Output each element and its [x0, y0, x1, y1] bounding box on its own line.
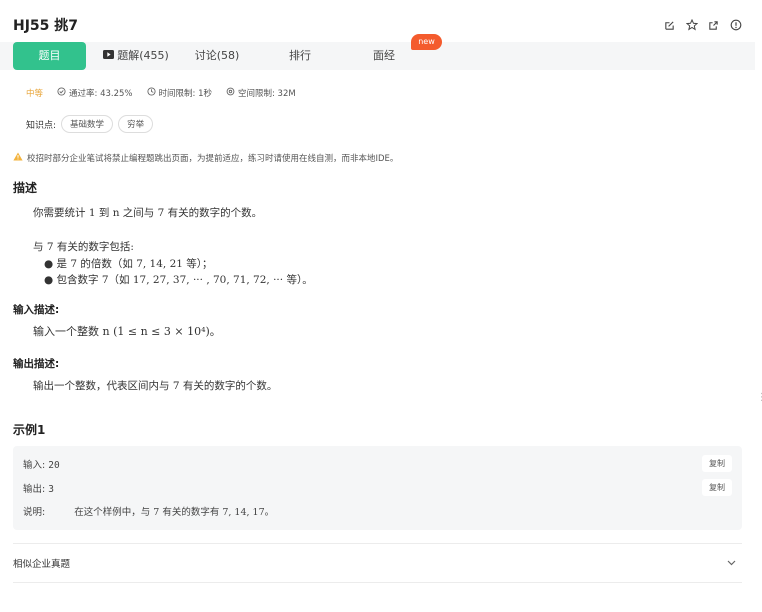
- example-input-value: 20: [48, 460, 60, 471]
- difficulty-label: 中等: [26, 89, 44, 99]
- example-explain-label: 说明:: [23, 507, 46, 518]
- edit-icon[interactable]: [663, 19, 676, 32]
- input-desc-heading: 输入描述:: [13, 304, 60, 316]
- pass-rate: 通过率: 43.25%: [57, 87, 133, 99]
- share-icon[interactable]: [707, 19, 720, 32]
- example-heading: 示例1: [13, 423, 46, 437]
- tab-solutions-label: 题解(455): [117, 49, 169, 62]
- knowledge-points: 知识点: 基础数学 穷举: [26, 115, 154, 133]
- example-box: 输入: 20 复制 输出: 3 复制 说明: 在这个样例中，与 7 有关的数字有…: [13, 446, 742, 530]
- info-icon[interactable]: [729, 19, 742, 32]
- tab-ranking[interactable]: 排行: [276, 42, 324, 70]
- divider-top: [13, 543, 742, 544]
- tag-enumeration[interactable]: 穷举: [118, 115, 154, 133]
- tag-basic-math[interactable]: 基础数学: [61, 115, 114, 133]
- example-output-row: 输出: 3: [23, 481, 54, 495]
- star-icon[interactable]: [685, 19, 698, 32]
- example-input-row: 输入: 20: [23, 457, 60, 471]
- warning-text: 校招时部分企业笔试将禁止编程题跳出页面，为提前适应，练习时请使用在线自测，而非本…: [27, 154, 399, 164]
- example-explain-row: 说明: 在这个样例中，与 7 有关的数字有 7, 14, 17。: [23, 504, 274, 518]
- problem-meta: 中等 通过率: 43.25% 时间限制: 1秒 空间限制: 32M: [26, 87, 296, 99]
- knowledge-label: 知识点:: [26, 120, 57, 131]
- problem-header: HJ55 挑7: [13, 14, 742, 36]
- resize-handle-icon[interactable]: ⋮: [757, 393, 762, 403]
- description-line-1: 你需要统计 1 到 n 之间与 7 有关的数字的个数。: [33, 207, 263, 219]
- bullet-2-text: 包含数字 7（如 17, 27, 37, ··· , 70, 71, 72, ·…: [56, 274, 313, 286]
- warning-icon: [13, 152, 23, 164]
- clock-icon: [146, 87, 156, 99]
- tab-interview[interactable]: 面经: [360, 42, 408, 70]
- example-explain-text: 在这个样例中，与 7 有关的数字有 7, 14, 17。: [74, 507, 275, 518]
- exam-warning: 校招时部分企业笔试将禁止编程题跳出页面，为提前适应，练习时请使用在线自测，而非本…: [13, 152, 398, 164]
- example-output-label: 输出:: [23, 484, 46, 495]
- output-desc-heading: 输出描述:: [13, 358, 60, 370]
- time-limit-text: 时间限制: 1秒: [158, 89, 212, 99]
- description-heading: 描述: [13, 181, 38, 195]
- description-bullet-2: ● 包含数字 7（如 17, 27, 37, ··· , 70, 71, 72,…: [44, 274, 313, 286]
- tab-bar: 题目 题解(455) 讨论(58) 排行 面经: [0, 42, 755, 70]
- memory-icon: [226, 87, 235, 99]
- check-circle-icon: [57, 87, 66, 99]
- similar-questions-label: 相似企业真题: [13, 559, 71, 570]
- chevron-down-icon: [727, 558, 736, 569]
- new-badge: new: [411, 34, 442, 50]
- time-limit: 时间限制: 1秒: [146, 87, 212, 99]
- similar-questions-toggle[interactable]: 相似企业真题: [13, 555, 742, 571]
- description-bullet-1: ● 是 7 的倍数（如 7, 14, 21 等）；: [44, 258, 213, 270]
- space-limit: 空间限制: 32M: [226, 87, 296, 99]
- bullet-1-text: 是 7 的倍数（如 7, 14, 21 等）；: [56, 258, 213, 270]
- tab-problem[interactable]: 题目: [13, 42, 86, 70]
- description-line-2: 与 7 有关的数字包括:: [33, 241, 134, 253]
- tab-solutions[interactable]: 题解(455): [96, 42, 176, 70]
- copy-input-button[interactable]: 复制: [702, 455, 732, 472]
- space-limit-text: 空间限制: 32M: [237, 89, 296, 99]
- page-title: HJ55 挑7: [13, 18, 79, 34]
- copy-output-button[interactable]: 复制: [702, 479, 732, 496]
- divider-bottom: [13, 582, 742, 583]
- tab-discussion[interactable]: 讨论(58): [185, 42, 249, 70]
- output-desc-text: 输出一个整数，代表区间内与 7 有关的数字的个数。: [33, 380, 278, 392]
- example-output-value: 3: [48, 484, 54, 495]
- video-icon: [103, 42, 115, 70]
- input-desc-text: 输入一个整数 n (1 ≤ n ≤ 3 × 10⁴)。: [33, 325, 221, 338]
- pass-rate-text: 通过率: 43.25%: [69, 89, 133, 99]
- header-actions: [663, 19, 742, 32]
- example-input-label: 输入:: [23, 460, 46, 471]
